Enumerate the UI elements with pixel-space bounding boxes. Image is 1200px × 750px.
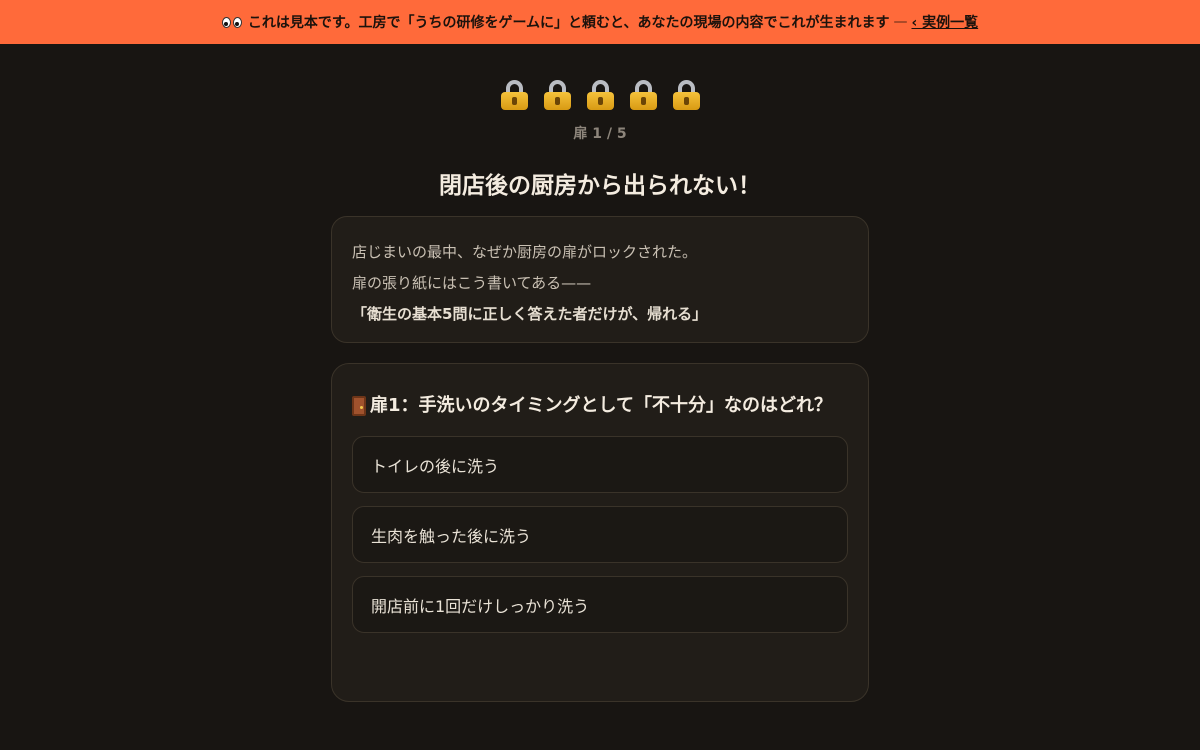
lock-icon: [500, 80, 528, 110]
examples-list-link[interactable]: ‹ 実例一覧: [911, 12, 978, 32]
story-line: 店じまいの最中、なぜか厨房の扉がロックされた。: [352, 243, 698, 261]
progress-locks: [0, 80, 1200, 110]
lock-icon: [629, 80, 657, 110]
question-text: 扉1：手洗いのタイミングとして「不十分」なのはどれ？: [370, 395, 832, 416]
page-title: 閉店後の厨房から出られない！: [439, 173, 761, 199]
story-line: 扉の張り紙にはこう書いてある——: [352, 274, 592, 292]
door-icon: [352, 396, 366, 416]
eyes-icon: [221, 16, 242, 28]
story-emphasis: 「衛生の基本5問に正しく答えた者だけが、帰れる」: [352, 305, 708, 323]
answer-option-2[interactable]: 生肉を触った後に洗う: [352, 506, 848, 563]
lock-icon: [586, 80, 614, 110]
answer-option-1[interactable]: トイレの後に洗う: [352, 436, 848, 493]
question: 扉1：手洗いのタイミングとして「不十分」なのはどれ？: [352, 390, 848, 422]
lock-icon: [543, 80, 571, 110]
banner-message: これは見本です。工房で「うちの研修をゲームに」と頼むと、あなたの現場の内容でこれ…: [247, 15, 890, 31]
door-counter: 扉 1 / 5: [573, 126, 627, 142]
banner-separator: —: [893, 14, 908, 30]
answer-option-3[interactable]: 開店前に1回だけしっかり洗う: [352, 576, 848, 633]
answer-options: トイレの後に洗う 生肉を触った後に洗う 開店前に1回だけしっかり洗う: [352, 436, 848, 633]
quiz-card: 扉1：手洗いのタイミングとして「不十分」なのはどれ？ トイレの後に洗う 生肉を触…: [331, 363, 869, 702]
story-card: 店じまいの最中、なぜか厨房の扉がロックされた。 扉の張り紙にはこう書いてある——…: [331, 216, 869, 343]
lock-icon: [672, 80, 700, 110]
sample-notice-banner: これは見本です。工房で「うちの研修をゲームに」と頼むと、あなたの現場の内容でこれ…: [0, 0, 1200, 44]
